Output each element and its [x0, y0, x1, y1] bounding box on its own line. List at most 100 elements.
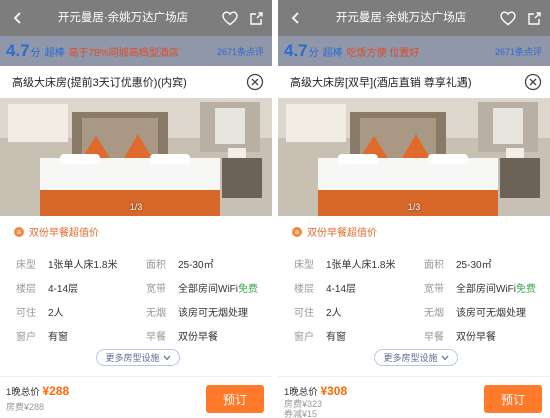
rating-grade: 超棒 [44, 47, 65, 59]
spec-bed: 床型 1张单人床1.8米 [16, 256, 117, 271]
spec-value: 全部房间WiFi [178, 284, 238, 295]
book-button[interactable]: 预订 [206, 385, 264, 413]
wifi-free-tag: 免费 [516, 284, 536, 295]
photo-counter: 1/3 [129, 202, 143, 212]
wifi-free-tag: 免费 [238, 284, 258, 295]
room-photo[interactable]: 1/3 [0, 98, 272, 216]
spec-value: 25-30㎡ [456, 260, 492, 271]
spec-key: 床型 [294, 260, 314, 271]
total-price: 288 [49, 384, 70, 398]
spec-key: 无烟 [146, 308, 166, 319]
spec-key: 面积 [146, 260, 166, 271]
rating-tagline: 吃饭方便 位置好 [346, 47, 420, 59]
total-price-line: 1晚总价 ¥308 [284, 384, 347, 398]
spec-key: 床型 [16, 260, 36, 271]
spec-floor: 楼层 4-14层 [16, 280, 78, 295]
spec-key: 早餐 [146, 332, 166, 343]
spec-key: 宽带 [146, 284, 166, 295]
room-fee: 房费¥288 [6, 402, 45, 412]
spec-floor: 楼层 4-14层 [294, 280, 356, 295]
rating-bar: 4.7 分 超棒 吃饭方便 位置好 2671条点评 [278, 36, 550, 66]
spec-key: 窗户 [294, 332, 314, 343]
spec-bed: 床型 1张单人床1.8米 [294, 256, 395, 271]
share-icon[interactable] [244, 6, 268, 30]
spec-value: 该房可无烟处理 [178, 308, 248, 319]
meal-line: 双份早餐超值价 [292, 224, 377, 239]
meal-label: 双份早餐超值价 [29, 228, 99, 239]
back-arrow-icon[interactable] [6, 6, 30, 30]
more-facilities-button[interactable]: 更多房型设施 [374, 349, 458, 366]
rating-grade: 超棒 [322, 47, 343, 59]
rating-unit: 分 [308, 47, 319, 59]
photo-counter: 1/3 [407, 202, 421, 212]
spec-window: 窗户 有窗 [16, 328, 68, 343]
spec-occupancy: 可住 2人 [16, 304, 64, 319]
spec-value: 2人 [326, 308, 342, 319]
spec-value: 4-14层 [48, 284, 79, 295]
room-name: 高级大床房[双早](酒店直销 尊享礼遇) [290, 77, 472, 89]
spec-key: 宽带 [424, 284, 444, 295]
heart-icon[interactable] [496, 6, 520, 30]
hotel-title: 开元曼居·余姚万达广场店 [335, 12, 467, 24]
spec-nonsmoking: 无烟 该房可无烟处理 [424, 304, 526, 319]
total-price: 308 [327, 384, 348, 398]
top-bar: 开元曼居·余姚万达广场店 [278, 0, 550, 36]
spec-value: 25-30㎡ [178, 260, 214, 271]
room-detail-panel-right: 开元曼居·余姚万达广场店 4.7 分 超棒 吃饭方便 位置好 2671条点评 高… [278, 0, 550, 418]
spec-breakfast: 早餐 双份早餐 [146, 328, 218, 343]
meal-label: 双份早餐超值价 [307, 228, 377, 239]
breakfast-icon [292, 226, 302, 237]
reviews-link[interactable]: 2671条点评 [217, 45, 264, 58]
room-card-header: 高级大床房(提前3天订优惠价)(内宾) [0, 66, 272, 98]
spec-value: 有窗 [48, 332, 68, 343]
booking-bar: 1晚总价 ¥308 房费¥323 券减¥15 预订 [278, 377, 550, 418]
room-photo[interactable]: 1/3 [278, 98, 550, 216]
spec-key: 无烟 [424, 308, 444, 319]
top-bar: 开元曼居·余姚万达广场店 [0, 0, 272, 36]
spec-breakfast: 早餐 双份早餐 [424, 328, 496, 343]
spec-value: 4-14层 [326, 284, 357, 295]
coupon-discount: 券减¥15 [284, 409, 318, 418]
spec-value: 全部房间WiFi [456, 284, 516, 295]
rating-score: 4.7 [6, 41, 30, 60]
room-photo-illustration [278, 98, 550, 216]
chevron-down-icon [441, 355, 448, 360]
spec-nonsmoking: 无烟 该房可无烟处理 [146, 304, 248, 319]
share-icon[interactable] [522, 6, 546, 30]
spec-key: 楼层 [294, 284, 314, 295]
room-name: 高级大床房(提前3天订优惠价)(内宾) [12, 77, 187, 89]
more-facilities-label: 更多房型设施 [105, 353, 160, 363]
reviews-link[interactable]: 2671条点评 [495, 45, 542, 58]
meal-line: 双份早餐超值价 [14, 224, 99, 239]
spec-key: 楼层 [16, 284, 36, 295]
chevron-down-icon [163, 355, 170, 360]
total-label: 1晚总价 [6, 387, 40, 398]
total-price-line: 1晚总价 ¥288 [6, 384, 69, 398]
breakfast-icon [14, 226, 24, 237]
spec-key: 可住 [294, 308, 314, 319]
close-circle-icon[interactable] [246, 73, 264, 91]
spec-area: 面积 25-30㎡ [424, 256, 492, 271]
spec-value: 2人 [48, 308, 64, 319]
rating-bar: 4.7 分 超棒 高于78%同城高档型酒店 2671条点评 [0, 36, 272, 66]
more-facilities-button[interactable]: 更多房型设施 [96, 349, 180, 366]
rating-score: 4.7 [284, 41, 308, 60]
back-arrow-icon[interactable] [284, 6, 308, 30]
spec-value: 1张单人床1.8米 [48, 260, 118, 271]
spec-value: 双份早餐 [456, 332, 496, 343]
close-circle-icon[interactable] [524, 73, 542, 91]
more-facilities-label: 更多房型设施 [383, 353, 438, 363]
room-photo-illustration [0, 98, 272, 216]
spec-key: 可住 [16, 308, 36, 319]
spec-key: 早餐 [424, 332, 444, 343]
heart-icon[interactable] [218, 6, 242, 30]
spec-occupancy: 可住 2人 [294, 304, 342, 319]
book-button[interactable]: 预订 [484, 385, 542, 413]
spec-area: 面积 25-30㎡ [146, 256, 214, 271]
spec-value: 1张单人床1.8米 [326, 260, 396, 271]
spec-key: 面积 [424, 260, 444, 271]
spec-value: 有窗 [326, 332, 346, 343]
spec-key: 窗户 [16, 332, 36, 343]
spec-value: 该房可无烟处理 [456, 308, 526, 319]
spec-wifi: 宽带 全部房间WiFi免费 [424, 280, 536, 295]
